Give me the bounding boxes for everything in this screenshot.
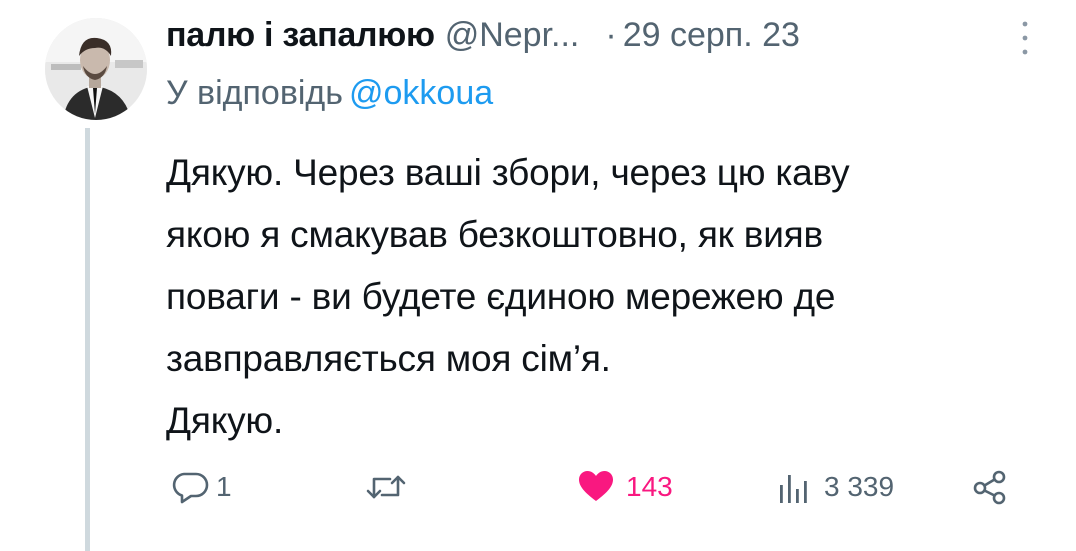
like-button[interactable]: 143 xyxy=(576,462,673,512)
share-icon xyxy=(970,467,1010,507)
share-button[interactable] xyxy=(970,462,1010,512)
views-count: 3 339 xyxy=(824,471,895,502)
avatar[interactable] xyxy=(45,18,147,120)
user-handle[interactable]: @Nepr... xyxy=(445,16,580,55)
like-count: 143 xyxy=(626,471,673,502)
tweet-date[interactable]: 29 серп. 23 xyxy=(623,16,800,55)
reply-bubble-icon xyxy=(170,467,210,507)
reply-context: У відповідь @okkoua xyxy=(166,74,493,113)
retweet-icon xyxy=(364,467,408,507)
reply-label: У відповідь xyxy=(166,74,343,112)
heart-filled-icon xyxy=(576,467,616,507)
reply-count: 1 xyxy=(216,471,232,502)
more-vertical-icon[interactable] xyxy=(1018,18,1032,58)
tweet: палю і запалюю @Nepr... · 29 серп. 23 У … xyxy=(0,0,1076,551)
views-bar-chart-icon xyxy=(776,467,812,507)
avatar-image xyxy=(45,18,147,120)
tweet-text: Дякую. Через ваші збори, через цю каву я… xyxy=(166,152,850,441)
views-button[interactable]: 3 339 xyxy=(776,462,894,512)
action-bar: 1 143 3 339 xyxy=(166,462,1026,512)
display-name[interactable]: палю і запалюю xyxy=(166,16,435,55)
reply-mention-link[interactable]: @okkoua xyxy=(349,74,493,112)
retweet-button[interactable] xyxy=(364,462,414,512)
reply-button[interactable]: 1 xyxy=(170,462,232,512)
thread-line xyxy=(85,128,90,551)
tweet-header: палю і запалюю @Nepr... · 29 серп. 23 xyxy=(166,10,1036,60)
separator-dot: · xyxy=(605,15,617,54)
